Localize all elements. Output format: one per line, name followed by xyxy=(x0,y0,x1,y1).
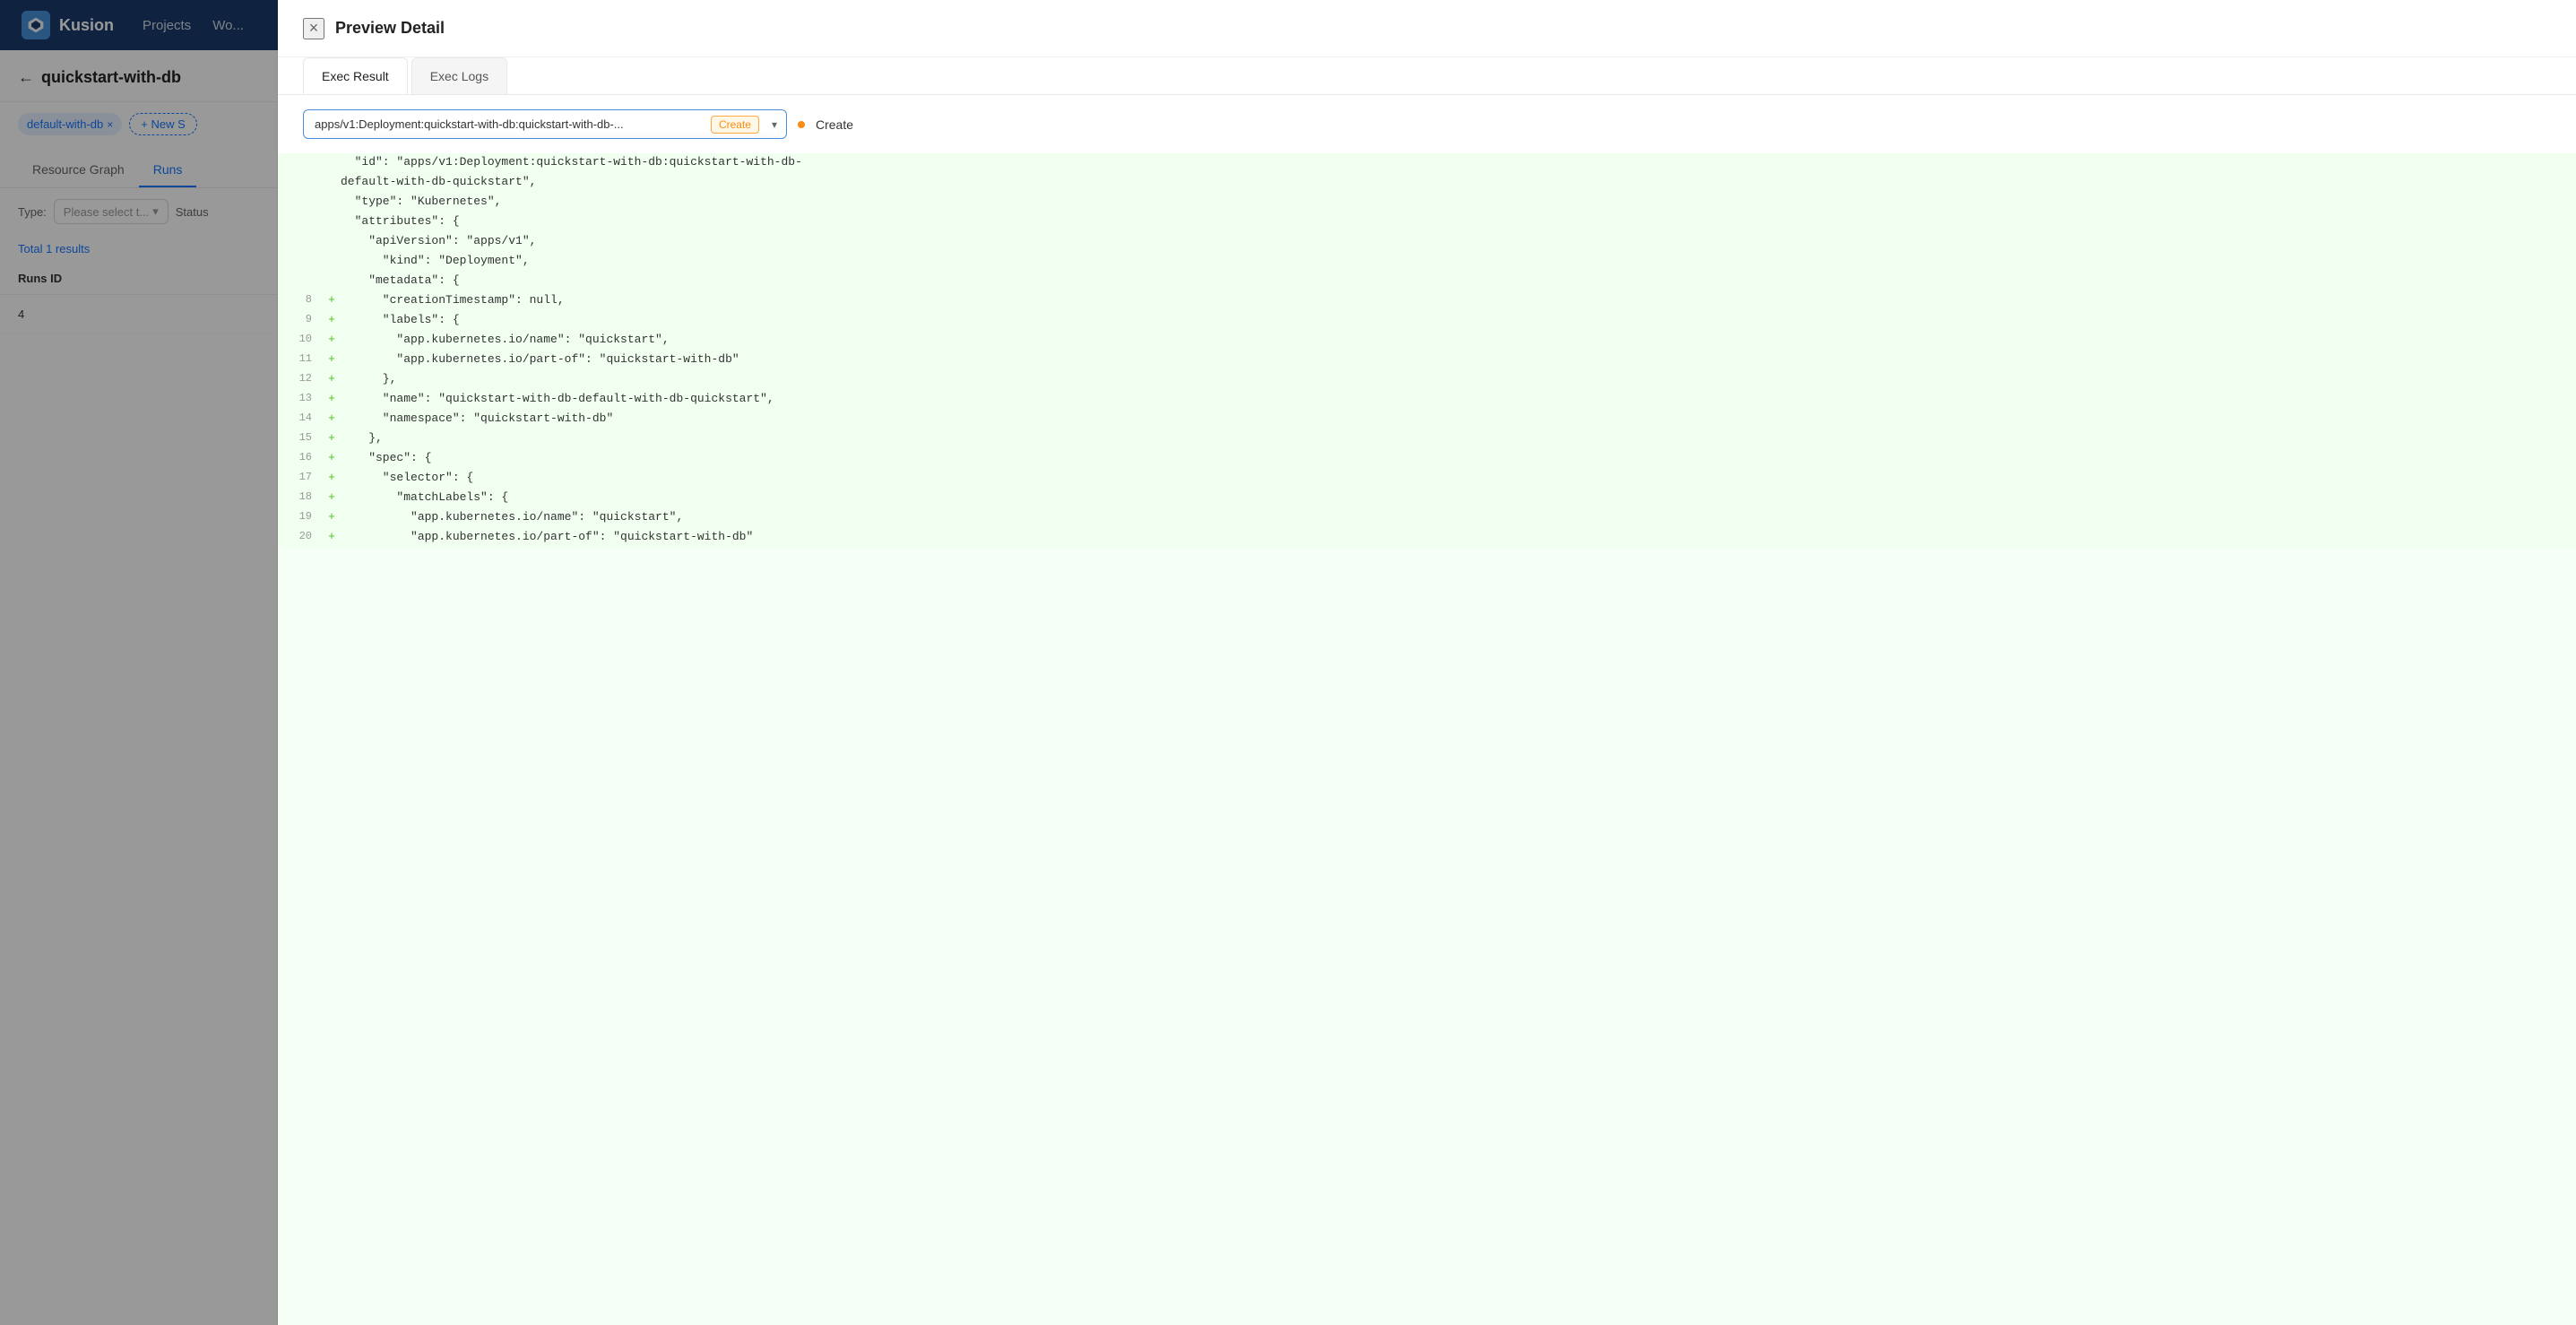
preview-detail-drawer: × Preview Detail Exec Result Exec Logs C… xyxy=(278,0,2576,1325)
status-dot xyxy=(798,121,805,128)
diff-header-line-2: "type": "Kubernetes", xyxy=(278,193,2576,212)
tab-exec-logs[interactable]: Exec Logs xyxy=(411,57,507,94)
diff-line-18: 18 + "matchLabels": { xyxy=(278,489,2576,508)
diff-line-20: 20 + "app.kubernetes.io/part-of": "quick… xyxy=(278,528,2576,548)
diff-line-14: 14 + "namespace": "quickstart-with-db" xyxy=(278,410,2576,429)
diff-content: "apiVersion": "apps/v1", xyxy=(341,234,2576,247)
diff-line-content-12: }, xyxy=(341,372,2576,385)
resource-selector-row: Create ▾ v1:Namespace:quickstart-with-db… xyxy=(278,95,2576,153)
resource-input[interactable] xyxy=(304,110,711,138)
diff-line-content-13: "name": "quickstart-with-db-default-with… xyxy=(341,392,2576,405)
diff-line-16: 16 + "spec": { xyxy=(278,449,2576,469)
diff-line-content-18: "matchLabels": { xyxy=(341,490,2576,504)
diff-content: "kind": "Deployment", xyxy=(341,254,2576,267)
diff-viewer[interactable]: "id": "apps/v1:Deployment:quickstart-wit… xyxy=(278,153,2576,1325)
diff-line-content-19: "app.kubernetes.io/name": "quickstart", xyxy=(341,510,2576,524)
diff-line-sign-20: + xyxy=(323,530,341,543)
diff-line-num-18: 18 xyxy=(278,490,323,503)
diff-content: "type": "Kubernetes", xyxy=(341,195,2576,208)
diff-header-line-5: "kind": "Deployment", xyxy=(278,252,2576,272)
modal-title: Preview Detail xyxy=(335,19,445,38)
modal-content: "id": "apps/v1:Deployment:quickstart-wit… xyxy=(278,153,2576,1325)
diff-line-content-15: }, xyxy=(341,431,2576,445)
diff-line-sign-18: + xyxy=(323,490,341,504)
diff-line-content-20: "app.kubernetes.io/part-of": "quickstart… xyxy=(341,530,2576,543)
diff-line-content-14: "namespace": "quickstart-with-db" xyxy=(341,411,2576,425)
diff-line-sign-10: + xyxy=(323,333,341,346)
resource-create-badge: Create xyxy=(711,116,759,134)
diff-line-19: 19 + "app.kubernetes.io/name": "quicksta… xyxy=(278,508,2576,528)
tab-exec-result[interactable]: Exec Result xyxy=(303,57,408,94)
diff-line-sign-13: + xyxy=(323,392,341,405)
diff-line-num-9: 9 xyxy=(278,313,323,325)
modal-close-button[interactable]: × xyxy=(303,18,324,39)
diff-line-sign-14: + xyxy=(323,411,341,425)
diff-line-12: 12 + }, xyxy=(278,370,2576,390)
diff-line-sign-11: + xyxy=(323,352,341,366)
diff-line-13: 13 + "name": "quickstart-with-db-default… xyxy=(278,390,2576,410)
diff-content: "attributes": { xyxy=(341,214,2576,228)
diff-line-num-17: 17 xyxy=(278,471,323,483)
diff-line-8: 8 + "creationTimestamp": null, xyxy=(278,291,2576,311)
diff-content: "metadata": { xyxy=(341,273,2576,287)
diff-line-num-8: 8 xyxy=(278,293,323,306)
diff-line-sign-19: + xyxy=(323,510,341,524)
diff-line-sign-17: + xyxy=(323,471,341,484)
diff-line-9: 9 + "labels": { xyxy=(278,311,2576,331)
diff-line-11: 11 + "app.kubernetes.io/part-of": "quick… xyxy=(278,351,2576,370)
diff-line-content-9: "labels": { xyxy=(341,313,2576,326)
diff-header-line-4: "apiVersion": "apps/v1", xyxy=(278,232,2576,252)
status-create-label: Create xyxy=(816,117,853,132)
diff-content: default-with-db-quickstart", xyxy=(341,175,2576,188)
diff-content: "id": "apps/v1:Deployment:quickstart-wit… xyxy=(341,155,2576,169)
diff-line-sign-15: + xyxy=(323,431,341,445)
resource-dropdown[interactable]: Create ▾ v1:Namespace:quickstart-with-db… xyxy=(303,109,787,139)
diff-header-line-1: default-with-db-quickstart", xyxy=(278,173,2576,193)
diff-line-num-20: 20 xyxy=(278,530,323,542)
diff-header-line-3: "attributes": { xyxy=(278,212,2576,232)
diff-line-sign-12: + xyxy=(323,372,341,385)
diff-line-sign-8: + xyxy=(323,293,341,307)
diff-line-num-15: 15 xyxy=(278,431,323,444)
diff-header-line-6: "metadata": { xyxy=(278,272,2576,291)
diff-line-10: 10 + "app.kubernetes.io/name": "quicksta… xyxy=(278,331,2576,351)
diff-line-sign-9: + xyxy=(323,313,341,326)
diff-line-content-16: "spec": { xyxy=(341,451,2576,464)
diff-line-15: 15 + }, xyxy=(278,429,2576,449)
diff-line-content-8: "creationTimestamp": null, xyxy=(341,293,2576,307)
diff-line-sign-16: + xyxy=(323,451,341,464)
diff-line-num-11: 11 xyxy=(278,352,323,365)
diff-line-num-10: 10 xyxy=(278,333,323,345)
diff-line-content-10: "app.kubernetes.io/name": "quickstart", xyxy=(341,333,2576,346)
diff-line-content-11: "app.kubernetes.io/part-of": "quickstart… xyxy=(341,352,2576,366)
diff-line-num-12: 12 xyxy=(278,372,323,385)
diff-line-num-19: 19 xyxy=(278,510,323,523)
diff-line-num-14: 14 xyxy=(278,411,323,424)
modal-header: × Preview Detail xyxy=(278,0,2576,57)
modal-tabs: Exec Result Exec Logs xyxy=(278,57,2576,95)
diff-line-17: 17 + "selector": { xyxy=(278,469,2576,489)
diff-header-line-0: "id": "apps/v1:Deployment:quickstart-wit… xyxy=(278,153,2576,173)
diff-line-num-13: 13 xyxy=(278,392,323,404)
resource-chevron-icon[interactable]: ▾ xyxy=(763,111,786,138)
diff-line-num-16: 16 xyxy=(278,451,323,463)
diff-line-content-17: "selector": { xyxy=(341,471,2576,484)
